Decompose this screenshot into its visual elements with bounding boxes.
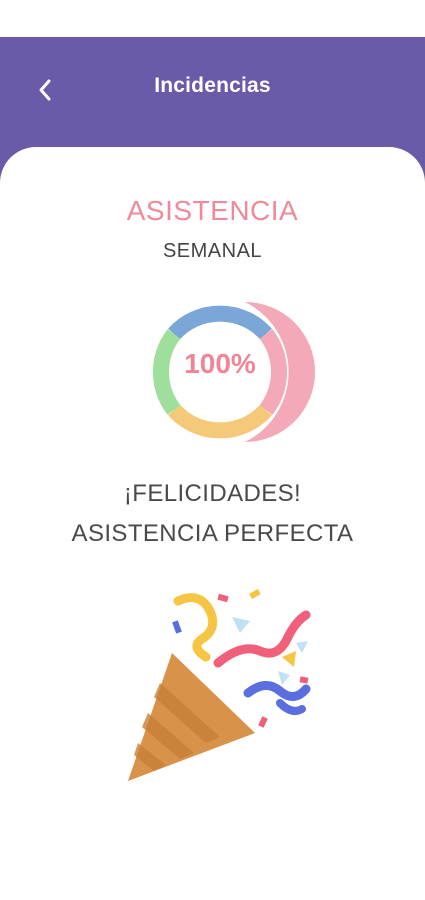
attendance-subtitle: SEMANAL (162, 240, 263, 262)
party-popper-icon (128, 588, 311, 781)
ring-segment-blue (168, 305, 272, 340)
perfect-attendance-message: ASISTENCIA PERFECTA (71, 520, 354, 547)
ring-segment-yellow (168, 404, 272, 439)
attendance-title: ASISTENCIA (126, 195, 299, 226)
streamer-yellow (173, 593, 218, 662)
streamer-blue (243, 681, 311, 701)
screen: Incidencias ASISTENCIA SEMANAL 100% ¡FEL… (0, 0, 425, 900)
page-title: Incidencias (154, 74, 271, 97)
congrats-message: ¡FELICIDADES! (123, 480, 302, 507)
percentage-label: 100% (184, 348, 256, 379)
